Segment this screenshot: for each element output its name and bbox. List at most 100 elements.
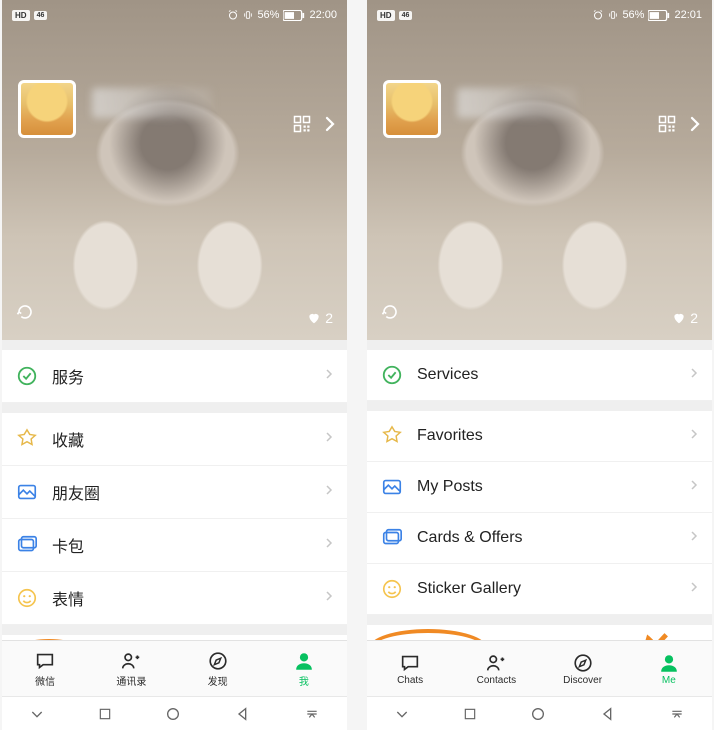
chevron-right-icon[interactable] — [321, 115, 339, 133]
clock-text: 22:01 — [674, 9, 702, 21]
status-bar: HD 46 56% 22:01 — [367, 4, 712, 26]
menu-posts[interactable]: 朋友圈 — [2, 466, 347, 519]
chevron-right-icon — [688, 427, 700, 445]
tab-contacts[interactable]: Contacts — [453, 641, 539, 696]
clock-text: 22:00 — [309, 9, 337, 21]
avatar[interactable] — [383, 80, 441, 138]
annotation-arrow — [632, 631, 670, 640]
tab-label: Me — [662, 675, 676, 686]
favorites-icon — [16, 428, 38, 450]
menu-label: 服务 — [52, 364, 309, 388]
menu-cards[interactable]: 卡包 — [2, 519, 347, 572]
nav-home-icon[interactable] — [165, 706, 181, 722]
menu-stickers[interactable]: 表情 — [2, 572, 347, 625]
menu-favorites[interactable]: Favorites — [367, 411, 712, 462]
alarm-icon — [592, 9, 604, 21]
settings-icon — [381, 639, 403, 640]
hd-badge: HD — [12, 10, 30, 21]
menu-posts[interactable]: My Posts — [367, 462, 712, 513]
qr-icon[interactable] — [293, 115, 311, 133]
alarm-icon — [227, 9, 239, 21]
chevron-right-icon — [688, 580, 700, 598]
tab-bar: 微信 通讯录 发现 我 — [2, 640, 347, 696]
tab-discover[interactable]: 发现 — [175, 641, 261, 696]
battery-text: 56% — [257, 9, 279, 21]
chevron-right-icon — [323, 483, 335, 501]
profile-cover: HD 46 56% 22:00 2 — [2, 0, 347, 340]
status-bar: HD 46 56% 22:00 — [2, 4, 347, 26]
tab-chats[interactable]: 微信 — [2, 641, 88, 696]
battery-text: 56% — [622, 9, 644, 21]
menu-label: 收藏 — [52, 427, 309, 451]
menu-settings[interactable]: Settings — [367, 625, 712, 640]
chevron-right-icon — [688, 478, 700, 496]
phone-english: HD 46 56% 22:01 2 S — [367, 0, 712, 730]
hd-badge: HD — [377, 10, 395, 21]
nav-dropdown-icon[interactable] — [29, 706, 45, 722]
chevron-right-icon — [688, 366, 700, 384]
menu-favorites[interactable]: 收藏 — [2, 413, 347, 466]
android-nav — [2, 696, 347, 730]
menu-list: Services Favorites My Posts Cards & Offe… — [367, 340, 712, 640]
nav-menu-icon[interactable] — [669, 706, 685, 722]
chevron-right-icon — [323, 367, 335, 385]
tab-label: Chats — [397, 675, 423, 686]
cards-icon — [16, 534, 38, 556]
menu-label: 表情 — [52, 586, 309, 610]
tab-contacts[interactable]: 通讯录 — [88, 641, 174, 696]
nav-back-icon[interactable] — [600, 706, 616, 722]
likes-count: 2 — [307, 310, 333, 326]
vibrate-icon — [608, 9, 618, 21]
tab-label: Contacts — [477, 675, 516, 686]
profile-cover: HD 46 56% 22:01 2 — [367, 0, 712, 340]
menu-label: Services — [417, 366, 674, 384]
likes-count: 2 — [672, 310, 698, 326]
menu-list: 服务 收藏 朋友圈 卡包 表情 设置 — [2, 340, 347, 640]
nav-menu-icon[interactable] — [304, 706, 320, 722]
battery-icon — [648, 10, 670, 21]
nav-recent-icon[interactable] — [463, 707, 477, 721]
stickers-icon — [381, 578, 403, 600]
tab-me[interactable]: Me — [626, 641, 712, 696]
nav-home-icon[interactable] — [530, 706, 546, 722]
stickers-icon — [16, 587, 38, 609]
nav-back-icon[interactable] — [235, 706, 251, 722]
menu-services[interactable]: 服务 — [2, 350, 347, 403]
chevron-right-icon[interactable] — [686, 115, 704, 133]
tab-discover[interactable]: Discover — [540, 641, 626, 696]
profile-name-blurred — [457, 88, 577, 118]
profile-name-blurred — [92, 88, 212, 118]
nav-recent-icon[interactable] — [98, 707, 112, 721]
menu-label: Sticker Gallery — [417, 580, 674, 598]
avatar[interactable] — [18, 80, 76, 138]
tab-label: 我 — [299, 673, 309, 688]
menu-label: Favorites — [417, 427, 674, 445]
menu-label: 卡包 — [52, 533, 309, 557]
android-nav — [367, 696, 712, 730]
tab-chats[interactable]: Chats — [367, 641, 453, 696]
lte-badge: 46 — [399, 11, 413, 20]
vibrate-icon — [243, 9, 253, 21]
favorites-icon — [381, 425, 403, 447]
tab-label: 微信 — [35, 673, 55, 688]
chevron-right-icon — [323, 589, 335, 607]
refresh-icon[interactable] — [381, 303, 399, 326]
menu-stickers[interactable]: Sticker Gallery — [367, 564, 712, 615]
battery-icon — [283, 10, 305, 21]
menu-settings[interactable]: 设置 — [2, 635, 347, 640]
posts-icon — [381, 476, 403, 498]
menu-cards[interactable]: Cards & Offers — [367, 513, 712, 564]
phone-chinese: HD 46 56% 22:00 2 服 — [2, 0, 347, 730]
menu-label: Cards & Offers — [417, 529, 674, 547]
tab-me[interactable]: 我 — [261, 641, 347, 696]
chevron-right-icon — [323, 536, 335, 554]
qr-icon[interactable] — [658, 115, 676, 133]
nav-dropdown-icon[interactable] — [394, 706, 410, 722]
chevron-right-icon — [323, 430, 335, 448]
menu-services[interactable]: Services — [367, 350, 712, 401]
cards-icon — [381, 527, 403, 549]
chevron-right-icon — [688, 529, 700, 547]
refresh-icon[interactable] — [16, 303, 34, 326]
services-icon — [16, 365, 38, 387]
tab-label: 发现 — [208, 673, 228, 688]
